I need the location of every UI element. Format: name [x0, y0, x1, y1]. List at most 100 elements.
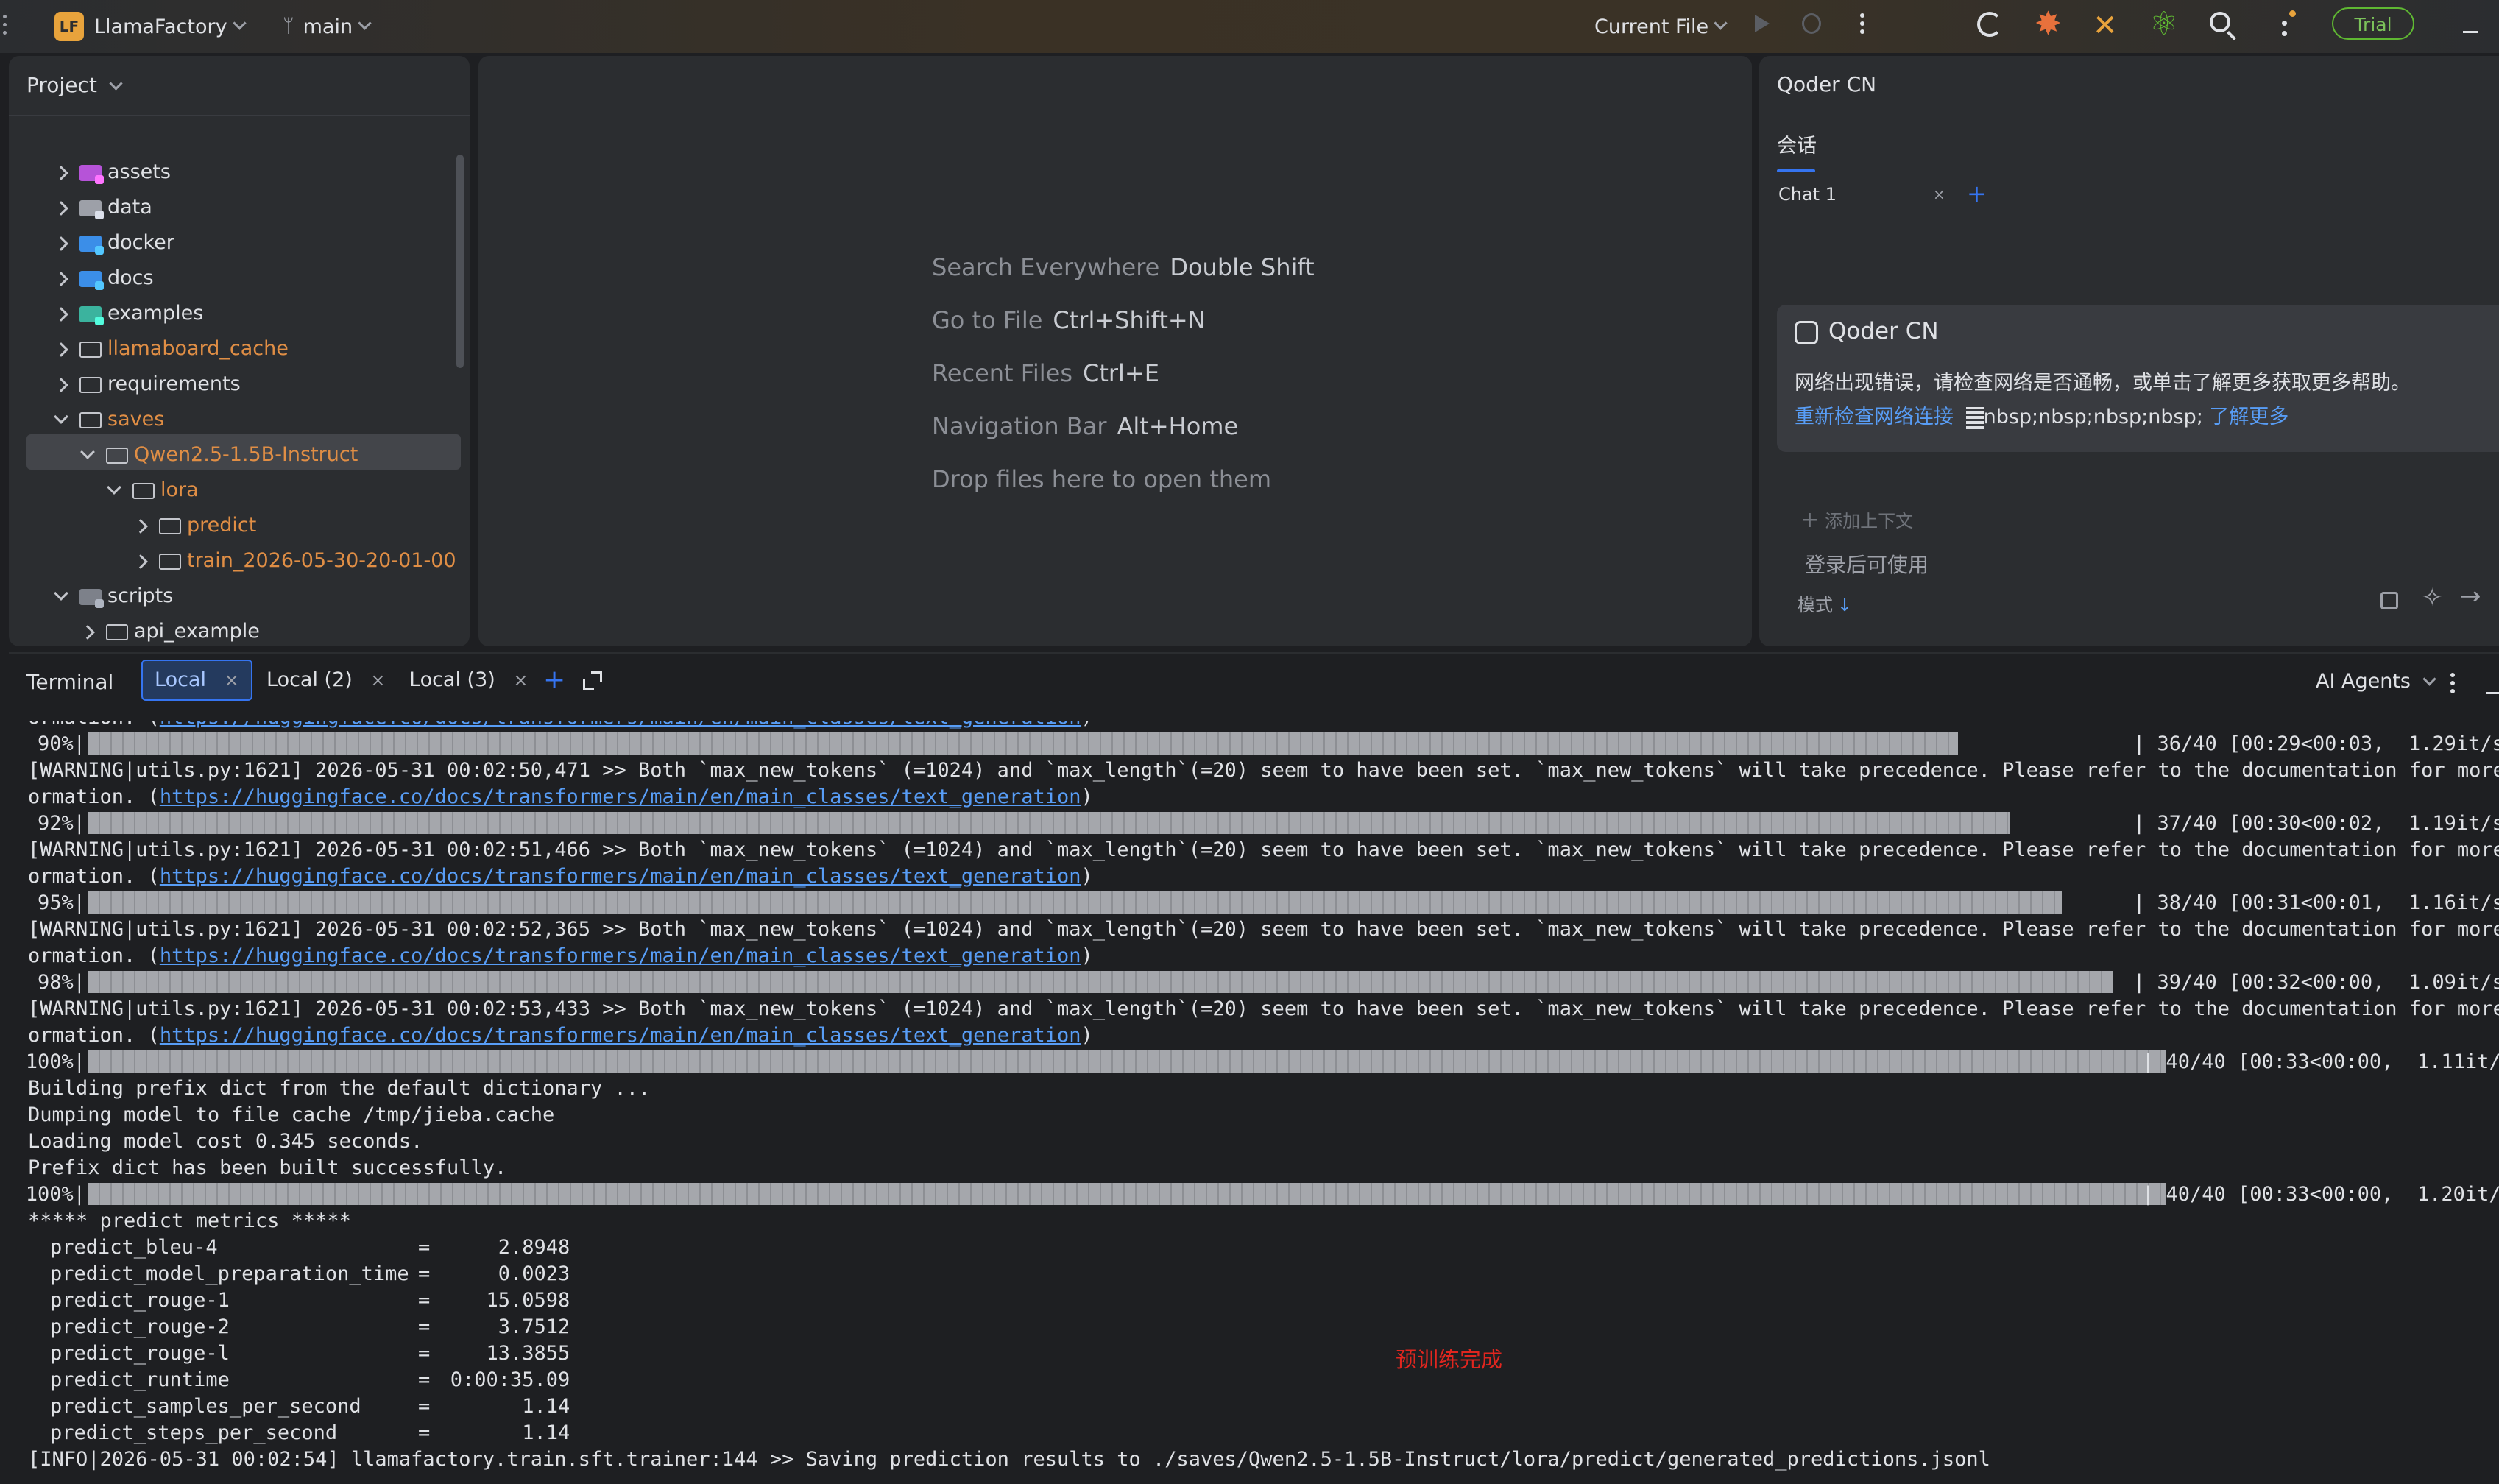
tree-item-label: docs [107, 266, 154, 289]
metric-name: predict_bleu-4 [50, 1236, 218, 1259]
tree-item-predict[interactable]: predict [133, 508, 256, 543]
sparkle-icon[interactable]: ✧ [2422, 583, 2443, 612]
chevron-right-icon[interactable] [54, 166, 68, 180]
close-icon[interactable]: × [1933, 180, 1945, 209]
tab-session[interactable]: 会话 [1777, 130, 1817, 158]
docs-link[interactable]: https://huggingface.co/docs/transformers… [160, 1024, 1081, 1047]
docs-link[interactable]: https://huggingface.co/docs/transformers… [160, 785, 1081, 808]
learn-more-link[interactable]: 了解更多 [2209, 406, 2288, 428]
folder-icon [79, 588, 102, 605]
notifications-icon[interactable] [2280, 10, 2296, 40]
add-context-button[interactable]: + 添加上下文 [1800, 506, 1913, 533]
metric-name: predict_runtime [50, 1368, 230, 1391]
chevron-right-icon[interactable] [54, 201, 68, 216]
project-widget[interactable]: LF LlamaFactory [54, 9, 247, 44]
metric-name: predict_rouge-l [50, 1342, 230, 1365]
terminal-output[interactable]: 预训练完成 ormation. (https://huggingface.co/… [28, 721, 2499, 1471]
tools-icon[interactable]: ✕ [2093, 7, 2118, 44]
folder-icon [159, 517, 181, 534]
tree-item-api-example[interactable]: api_example [80, 614, 260, 646]
folder-icon [159, 553, 181, 570]
trial-badge[interactable]: Trial [2332, 7, 2414, 40]
main-menu-icon[interactable] [3, 15, 7, 38]
branch-name: main [303, 15, 353, 38]
line-prefix: ormation. ( [28, 785, 160, 808]
chevron-down-icon[interactable] [80, 445, 95, 459]
branch-widget[interactable]: ᛘ main [283, 9, 372, 44]
new-chat-icon[interactable]: + [1967, 180, 1987, 208]
chevron-down-icon[interactable] [54, 409, 68, 424]
retry-network-link[interactable]: 重新检查网络连接 [1795, 406, 1954, 428]
progress-line: 100%| | 40/40 [00:33<00:00, 1.20it/s [28, 1181, 2499, 1208]
tree-scrollbar[interactable] [456, 155, 464, 368]
chevron-right-icon[interactable] [54, 378, 68, 392]
chevron-right-icon[interactable] [80, 625, 95, 640]
progress-stats: | 36/40 [00:29<00:03, 1.29it/s [2133, 732, 2499, 755]
tree-item-saves[interactable]: saves [54, 402, 164, 437]
qoder-spiral-icon[interactable] [1977, 12, 2002, 37]
search-icon[interactable] [2210, 12, 2236, 40]
metric-row: predict_steps_per_second = 1.14 [50, 1420, 570, 1446]
tree-item-scripts[interactable]: scripts [54, 579, 173, 614]
terminal-minimize-icon[interactable] [2486, 692, 2499, 694]
chevron-down-icon[interactable] [107, 480, 121, 495]
chevron-right-icon[interactable] [54, 307, 68, 322]
docs-link[interactable]: https://huggingface.co/docs/transformers… [160, 944, 1081, 967]
chevron-right-icon[interactable] [54, 272, 68, 286]
chevron-right-icon[interactable] [133, 519, 148, 534]
tree-item-llamaboard-cache[interactable]: llamaboard_cache [54, 331, 289, 367]
new-terminal-icon[interactable]: + [543, 661, 565, 699]
folder-icon [79, 411, 102, 428]
docs-link-line: ormation. (https://huggingface.co/docs/t… [28, 721, 1093, 731]
editor-area[interactable]: Search Everywhere Double Shift Go to File C… [478, 56, 1752, 646]
terminal-options-icon[interactable] [2450, 673, 2455, 693]
debug-icon[interactable] [1802, 13, 1821, 34]
tree-item-data[interactable]: data [54, 190, 152, 225]
warning-line: [WARNING|utils.py:1621] 2026-05-31 00:02… [28, 838, 2499, 861]
tree-item-train-2026-05-30-20-01-00[interactable]: train_2026-05-30-20-01-00 [133, 543, 456, 579]
ai-assistant-icon[interactable]: ⚛ [2149, 6, 2178, 43]
minimize-icon[interactable] [2463, 31, 2478, 33]
tree-item-docker[interactable]: docker [54, 225, 174, 261]
tree-item-assets[interactable]: assets [54, 155, 171, 190]
tree-item-label: requirements [107, 372, 241, 395]
run-config-selector[interactable]: Current File [1594, 9, 1728, 44]
ai-agents-selector[interactable]: AI Agents [2316, 670, 2436, 693]
tab-local[interactable]: Local × [141, 660, 252, 701]
project-panel-header[interactable]: Project [26, 71, 123, 100]
expand-icon[interactable] [583, 671, 602, 690]
claude-star-icon[interactable]: ✸ [2035, 6, 2062, 43]
tree-item-requirements[interactable]: requirements [54, 367, 241, 402]
chat-tab-label: Chat 1 [1778, 184, 1837, 205]
progress-line: 95%| | 38/40 [00:31<00:01, 1.16it/s [28, 890, 2499, 916]
tree-item-docs[interactable]: docs [54, 261, 154, 296]
chevron-right-icon[interactable] [133, 554, 148, 569]
metrics-header: ***** predict metrics ***** [28, 1209, 351, 1232]
tree-item-examples[interactable]: examples [54, 296, 203, 331]
send-arrow-icon[interactable]: → [2460, 582, 2481, 611]
arrow-down-icon: ↓ [1837, 595, 1853, 615]
tree-item-qwen2-5-1-5b-instruct[interactable]: Qwen2.5-1.5B-Instruct [80, 437, 358, 473]
chevron-right-icon[interactable] [54, 342, 68, 357]
chevron-right-icon[interactable] [54, 236, 68, 251]
close-icon[interactable]: × [370, 670, 385, 690]
run-icon[interactable] [1755, 15, 1770, 32]
tab-local-3[interactable]: Local (3) × [397, 661, 540, 699]
close-icon[interactable]: × [225, 670, 239, 690]
tree-item-lora[interactable]: lora [107, 473, 199, 508]
docs-link[interactable]: https://huggingface.co/docs/transformers… [160, 721, 1081, 729]
tab-local-2[interactable]: Local (2) × [255, 661, 397, 699]
chevron-down-icon[interactable] [54, 586, 68, 601]
chat-tab[interactable]: Chat 1 × + [1778, 180, 2220, 209]
mode-selector[interactable]: 模式 ↓ [1798, 590, 1852, 616]
line-suffix: ) [1081, 785, 1093, 808]
context-select-icon[interactable] [2380, 592, 2398, 610]
title-bar: LF LlamaFactory ᛘ main Current File ✸ ✕ … [0, 0, 2499, 53]
line-prefix: ormation. ( [28, 1024, 160, 1047]
progress-bar [88, 1049, 2166, 1074]
docs-link[interactable]: https://huggingface.co/docs/transformers… [160, 865, 1081, 888]
hint-label: Go to File [932, 306, 1043, 334]
more-actions-icon[interactable] [1860, 13, 1864, 34]
chevron-down-icon [1714, 15, 1728, 30]
close-icon[interactable]: × [513, 670, 528, 690]
